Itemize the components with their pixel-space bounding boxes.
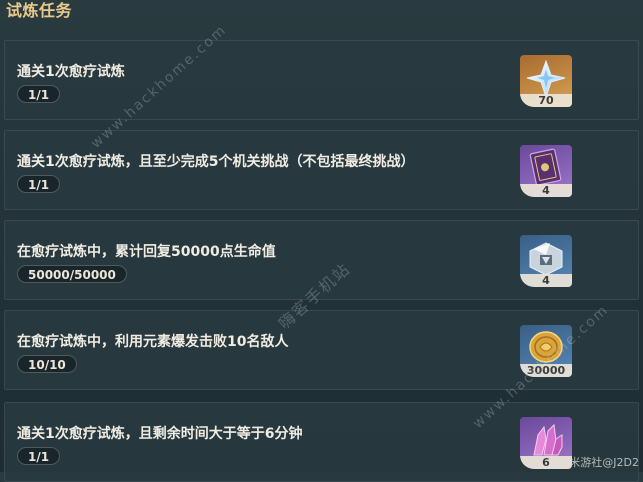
footer-credit: 米游社@J2D2 [569, 456, 639, 469]
reward-item[interactable]: 6 [520, 417, 572, 469]
task-progress-badge: 10/10 [17, 355, 77, 373]
task-row: 通关1次愈疗试炼 1/1 70 [4, 40, 639, 120]
task-row: 在愈疗试炼中，利用元素爆发击败10名敌人 10/10 30000 [4, 310, 639, 390]
reward-count: 4 [520, 274, 572, 287]
task-description: 通关1次愈疗试炼 [17, 64, 125, 80]
reward-item[interactable]: 4 [520, 145, 572, 197]
task-description: 在愈疗试炼中，累计回复50000点生命值 [17, 244, 276, 260]
reward-item[interactable]: 70 [520, 55, 572, 107]
reward-item[interactable]: 4 [520, 235, 572, 287]
task-description: 通关1次愈疗试炼，且剩余时间大于等于6分钟 [17, 426, 303, 442]
task-progress-badge: 50000/50000 [17, 265, 127, 283]
task-progress-badge: 1/1 [17, 85, 61, 103]
reward-count: 6 [520, 456, 572, 469]
task-progress-badge: 1/1 [17, 175, 61, 193]
task-progress-badge: 1/1 [17, 447, 61, 465]
task-description: 在愈疗试炼中，利用元素爆发击败10名敌人 [17, 334, 289, 350]
task-row: 通关1次愈疗试炼，且剩余时间大于等于6分钟 1/1 6 [4, 402, 639, 482]
task-description: 通关1次愈疗试炼，且至少完成5个机关挑战（不包括最终挑战） [17, 154, 415, 170]
reward-count: 70 [520, 94, 572, 107]
section-title: 试炼任务 [6, 1, 73, 20]
reward-count: 4 [520, 184, 572, 197]
